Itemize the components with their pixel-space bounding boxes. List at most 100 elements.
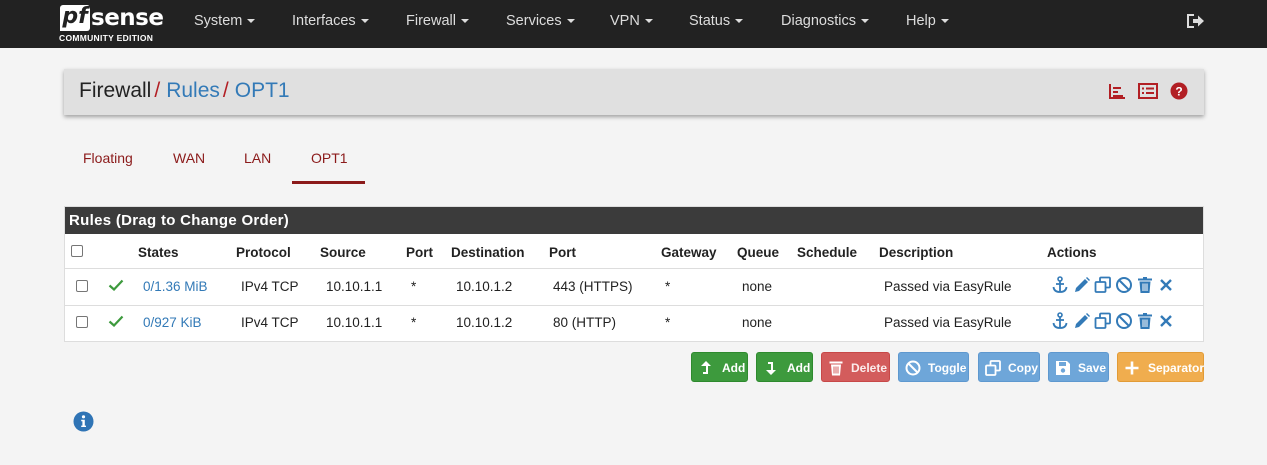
tab-wan[interactable]: WAN (173, 150, 205, 166)
header-protocol: Protocol (236, 245, 291, 260)
delete-label: Delete (851, 361, 888, 375)
breadcrumb-separator: / (154, 79, 161, 102)
arrow-turn-up-icon (701, 361, 711, 374)
row-states-link[interactable]: 0/927 KiB (143, 315, 202, 330)
ban-icon (905, 360, 921, 376)
delete-button[interactable]: Delete (821, 352, 890, 382)
header-gateway: Gateway (661, 245, 717, 260)
logo-mark: pf (60, 5, 90, 31)
header-destination-port: Port (549, 245, 576, 260)
nav-system-label: System (194, 13, 243, 29)
row-destination-port: 443 (HTTPS) (553, 279, 633, 294)
pass-check-icon (108, 279, 124, 291)
add-top-label: Add (722, 361, 746, 375)
top-navbar: pf sense COMMUNITY EDITION System Interf… (0, 0, 1267, 48)
arrow-turn-down-icon (766, 362, 776, 375)
separator-button[interactable]: Separator (1117, 352, 1204, 382)
row-destination: 10.10.1.2 (456, 279, 513, 294)
bar-chart-icon[interactable] (1108, 82, 1126, 103)
row-checkbox[interactable] (76, 280, 88, 292)
svg-text:?: ? (1175, 85, 1182, 99)
row-source: 10.10.1.1 (326, 315, 383, 330)
nav-system[interactable]: System (194, 0, 256, 48)
edit-pencil-icon[interactable] (1073, 276, 1091, 294)
nav-firewall-label: Firewall (406, 13, 456, 29)
header-queue: Queue (737, 245, 780, 260)
row-destination: 10.10.1.2 (456, 315, 513, 330)
toggle-button[interactable]: Toggle (898, 352, 969, 382)
caret-down-icon (860, 19, 869, 24)
nav-help-label: Help (906, 13, 936, 29)
header-states: States (138, 245, 179, 260)
row-divider (65, 305, 1203, 306)
tab-lan[interactable]: LAN (244, 150, 271, 166)
sign-out-icon[interactable] (1185, 12, 1205, 30)
caret-down-icon (644, 19, 653, 24)
row-port: * (411, 279, 417, 294)
row-queue: none (742, 279, 773, 294)
row-description: Passed via EasyRule (884, 279, 1012, 294)
nav-interfaces[interactable]: Interfaces (292, 0, 369, 48)
logo-edition: COMMUNITY EDITION (59, 33, 154, 43)
breadcrumb-opt1-link[interactable]: OPT1 (235, 79, 290, 102)
logo-wordmark: sense (91, 5, 164, 31)
select-all-checkbox[interactable] (71, 245, 83, 257)
header-source: Source (320, 245, 366, 260)
header-schedule: Schedule (797, 245, 858, 260)
clone-icon (985, 360, 1001, 376)
copy-rule-icon[interactable] (1094, 312, 1112, 330)
copy-rule-icon[interactable] (1094, 276, 1112, 294)
caret-down-icon (940, 19, 949, 24)
trash-icon (829, 361, 843, 376)
nav-firewall[interactable]: Firewall (406, 0, 469, 48)
remove-x-icon[interactable] (1157, 276, 1175, 294)
nav-help[interactable]: Help (906, 0, 949, 48)
copy-button[interactable]: Copy (978, 352, 1040, 382)
row-queue: none (742, 315, 773, 330)
anchor-icon[interactable] (1051, 276, 1069, 294)
row-gateway: * (665, 279, 671, 294)
plus-icon (1125, 361, 1139, 375)
tab-opt1[interactable]: OPT1 (311, 150, 348, 166)
breadcrumb-firewall: Firewall (79, 79, 152, 102)
header-port: Port (406, 245, 433, 260)
floppy-disk-icon (1056, 361, 1070, 375)
disable-rule-icon[interactable] (1115, 312, 1133, 330)
help-icon[interactable]: ? (1170, 82, 1188, 103)
breadcrumb-icons: ? (1100, 82, 1188, 102)
disable-rule-icon[interactable] (1115, 276, 1133, 294)
remove-x-icon[interactable] (1157, 312, 1175, 330)
nav-services-label: Services (506, 13, 562, 29)
anchor-icon[interactable] (1051, 312, 1069, 330)
pass-check-icon (108, 315, 124, 327)
add-bottom-button[interactable]: Add (756, 352, 813, 382)
info-icon[interactable] (73, 411, 94, 432)
pfsense-logo[interactable]: pf sense COMMUNITY EDITION (58, 4, 168, 44)
tab-active-indicator (292, 181, 365, 184)
row-actions (1051, 276, 1181, 294)
breadcrumb: Firewall / Rules / OPT1 (79, 79, 290, 103)
add-bottom-label: Add (787, 361, 811, 375)
caret-down-icon (735, 19, 744, 24)
tab-floating[interactable]: Floating (83, 150, 133, 166)
nav-services[interactable]: Services (506, 0, 575, 48)
delete-trash-icon[interactable] (1136, 312, 1154, 330)
add-top-button[interactable]: Add (691, 352, 748, 382)
delete-trash-icon[interactable] (1136, 276, 1154, 294)
nav-diagnostics[interactable]: Diagnostics (781, 0, 869, 48)
row-destination-port: 80 (HTTP) (553, 315, 617, 330)
row-states-link[interactable]: 0/1.36 MiB (143, 279, 208, 294)
list-icon[interactable] (1138, 82, 1159, 103)
caret-down-icon (360, 19, 369, 24)
toggle-label: Toggle (928, 361, 967, 375)
row-checkbox[interactable] (76, 316, 88, 328)
save-button[interactable]: Save (1048, 352, 1109, 382)
row-gateway: * (665, 315, 671, 330)
edit-pencil-icon[interactable] (1073, 312, 1091, 330)
breadcrumb-rules-link[interactable]: Rules (166, 79, 220, 102)
nav-status[interactable]: Status (689, 0, 744, 48)
nav-vpn[interactable]: VPN (610, 0, 653, 48)
nav-diagnostics-label: Diagnostics (781, 13, 856, 29)
breadcrumb-panel: Firewall / Rules / OPT1 ? (64, 69, 1204, 115)
header-actions: Actions (1047, 245, 1097, 260)
